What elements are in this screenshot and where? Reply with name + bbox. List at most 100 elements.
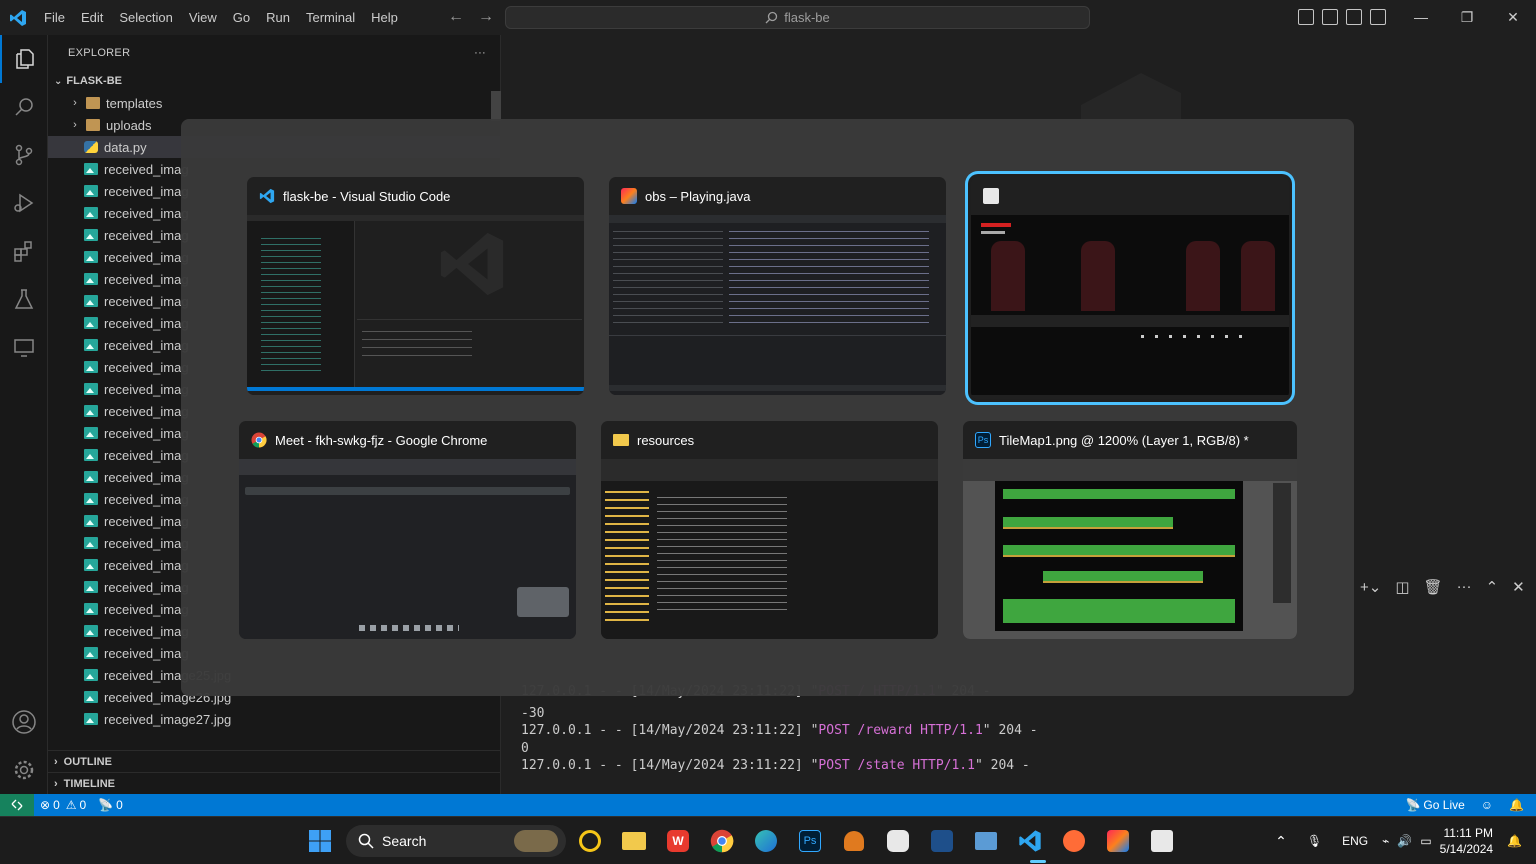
more-actions-icon[interactable]: ··· xyxy=(474,47,486,59)
back-arrow-icon[interactable]: ← xyxy=(448,8,464,26)
menu-item-file[interactable]: File xyxy=(36,0,73,35)
problems-indicator[interactable]: ⊗ 0 ⚠ 0 xyxy=(34,798,92,812)
toggle-panel-icon[interactable] xyxy=(1322,9,1338,25)
settings-gear-icon[interactable] xyxy=(0,746,48,794)
tree-item-label: received_imag xyxy=(104,425,189,441)
active-app-indicator xyxy=(1030,860,1046,863)
tree-file[interactable]: received_image27.jpg xyxy=(48,708,500,730)
image-file-icon xyxy=(84,185,98,197)
tree-item-label: received_imag xyxy=(104,381,189,397)
menu-item-edit[interactable]: Edit xyxy=(73,0,111,35)
file-explorer-icon[interactable] xyxy=(618,825,650,857)
close-panel-icon[interactable]: ✕ xyxy=(1512,578,1525,596)
timeline-section[interactable]: › TIMELINE xyxy=(48,772,501,794)
wps-office-icon[interactable]: W xyxy=(662,825,694,857)
restore-icon[interactable]: ❐ xyxy=(1444,0,1490,35)
menu-item-terminal[interactable]: Terminal xyxy=(298,0,363,35)
image-file-icon xyxy=(84,251,98,263)
remote-desktop-icon[interactable] xyxy=(970,825,1002,857)
notification-bell-icon[interactable]: 🔔 xyxy=(1501,834,1536,848)
edge-icon[interactable] xyxy=(750,825,782,857)
explorer-icon[interactable] xyxy=(0,35,48,83)
menu-bar: File Edit Selection View Go Run Terminal Help xyxy=(36,0,406,35)
menu-item-selection[interactable]: Selection xyxy=(111,0,180,35)
snipping-tool-icon[interactable] xyxy=(926,825,958,857)
menu-item-run[interactable]: Run xyxy=(258,0,298,35)
command-center-label: flask-be xyxy=(784,10,830,25)
battery-icon[interactable]: ▭ xyxy=(1416,834,1439,848)
chrome-icon[interactable] xyxy=(706,825,738,857)
postman-icon[interactable] xyxy=(1058,825,1090,857)
taskbar-search[interactable]: Search xyxy=(346,825,566,857)
remote-indicator-icon[interactable] xyxy=(0,794,34,816)
toggle-secondary-sidebar-icon[interactable] xyxy=(1346,9,1362,25)
tree-item-label: received_imag xyxy=(104,469,189,485)
split-terminal-icon[interactable]: ◫ xyxy=(1395,578,1409,596)
tree-item-label: received_imag xyxy=(104,447,189,463)
network-icon[interactable]: ⌁ xyxy=(1378,834,1393,848)
game-app-icon[interactable] xyxy=(838,825,870,857)
windows-start-icon[interactable] xyxy=(304,825,336,857)
tree-item-label: received_imag xyxy=(104,315,189,331)
terminal-line: 127.0.0.1 - - [14/May/2024 23:11:22] "PO… xyxy=(521,723,1038,738)
photoshop-icon[interactable]: Ps xyxy=(794,825,826,857)
remote-explorer-icon[interactable] xyxy=(0,323,48,371)
image-file-icon xyxy=(84,647,98,659)
switcher-window-file-explorer[interactable]: resources xyxy=(601,421,938,639)
new-terminal-icon[interactable]: +⌄ xyxy=(1360,578,1381,596)
warning-icon: ⚠ xyxy=(65,798,77,812)
tree-folder[interactable]: › templates xyxy=(48,92,500,114)
trash-icon[interactable]: 🗑 xyxy=(1424,578,1443,596)
tree-item-label: received_imag xyxy=(104,227,189,243)
run-debug-icon[interactable] xyxy=(0,179,48,227)
go-live-button[interactable]: 📡 Go Live xyxy=(1399,798,1470,812)
search-icon[interactable] xyxy=(0,83,48,131)
menu-item-help[interactable]: Help xyxy=(363,0,406,35)
image-file-icon xyxy=(84,669,98,681)
folder-icon xyxy=(86,119,100,131)
close-icon[interactable]: ✕ xyxy=(1490,0,1536,35)
customize-layout-icon[interactable] xyxy=(1370,9,1386,25)
language-indicator[interactable]: ENG xyxy=(1332,834,1378,848)
ports-indicator[interactable]: 📡 0 xyxy=(92,798,129,812)
switcher-window-java-game[interactable] xyxy=(971,177,1289,399)
volume-icon[interactable]: 🔊 xyxy=(1393,834,1416,848)
tree-item-label: received_imag xyxy=(104,271,189,287)
testing-flask-icon[interactable] xyxy=(0,275,48,323)
history-nav: ← → xyxy=(448,8,494,26)
toggle-sidebar-icon[interactable] xyxy=(1298,9,1314,25)
taskbar-app-icon[interactable] xyxy=(574,825,606,857)
outline-section[interactable]: › OUTLINE xyxy=(48,750,501,772)
command-center[interactable]: flask-be xyxy=(505,6,1090,29)
vscode-icon[interactable] xyxy=(1014,825,1046,857)
copilot-icon[interactable]: ☺ xyxy=(1471,798,1503,812)
vscode-icon xyxy=(259,188,275,204)
tree-item-label: received_imag xyxy=(104,645,189,661)
window-title: Meet - fkh-swkg-fjz - Google Chrome xyxy=(275,432,488,448)
maximize-panel-icon[interactable]: ⌃ xyxy=(1486,578,1499,596)
switcher-window-photoshop[interactable]: Ps TileMap1.png @ 1200% (Layer 1, RGB/8)… xyxy=(963,421,1297,639)
menu-item-view[interactable]: View xyxy=(181,0,225,35)
minimize-icon[interactable]: — xyxy=(1398,0,1444,35)
java-icon[interactable] xyxy=(1146,825,1178,857)
switcher-window-vscode[interactable]: flask-be - Visual Studio Code xyxy=(247,177,584,395)
tree-item-label: received_imag xyxy=(104,337,189,353)
switcher-window-chrome[interactable]: Meet - fkh-swkg-fjz - Google Chrome xyxy=(239,421,576,639)
workspace-folder[interactable]: ⌄ FLASK-BE xyxy=(48,70,500,92)
microphone-icon[interactable]: 🎙 xyxy=(1297,834,1332,848)
clock[interactable]: 11:11 PM 5/14/2024 xyxy=(1440,825,1501,857)
image-file-icon xyxy=(84,603,98,615)
intellij-icon[interactable] xyxy=(1102,825,1134,857)
menu-item-go[interactable]: Go xyxy=(225,0,258,35)
messenger-app-icon[interactable] xyxy=(882,825,914,857)
switcher-window-intellij[interactable]: obs – Playing.java xyxy=(609,177,946,395)
warning-count: 0 xyxy=(79,798,87,812)
notifications-bell-icon[interactable]: 🔔 xyxy=(1503,798,1536,812)
more-actions-icon[interactable]: ··· xyxy=(1457,578,1472,596)
sidebar-scrollbar[interactable] xyxy=(491,91,501,121)
source-control-icon[interactable] xyxy=(0,131,48,179)
chevron-up-icon[interactable]: ⌃ xyxy=(1265,833,1297,850)
forward-arrow-icon[interactable]: → xyxy=(478,8,494,26)
accounts-icon[interactable] xyxy=(0,698,48,746)
extensions-icon[interactable] xyxy=(0,227,48,275)
